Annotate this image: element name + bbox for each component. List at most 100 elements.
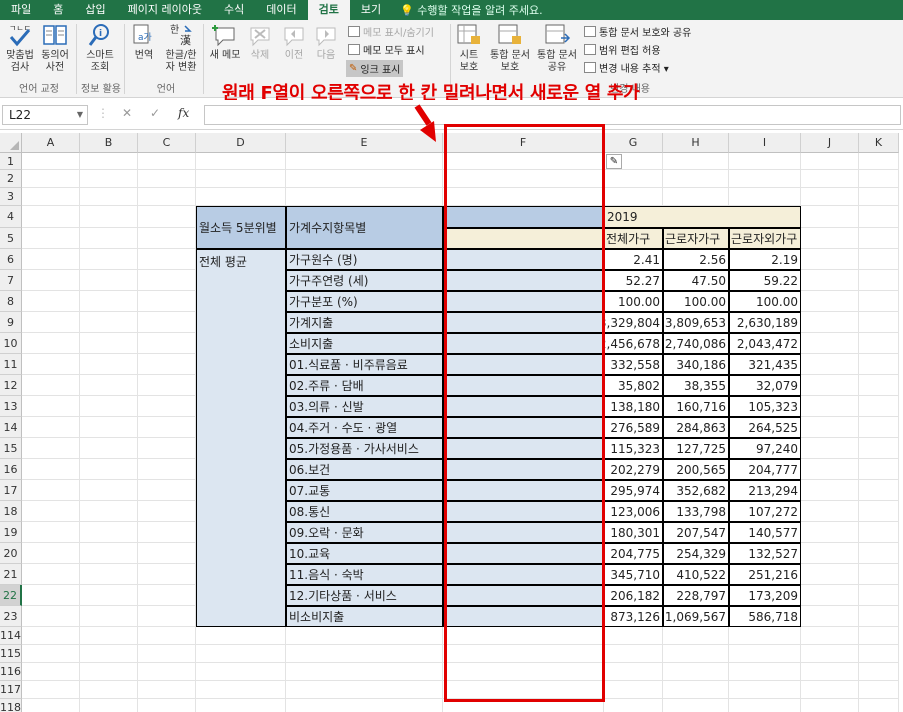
row-header-8[interactable]: 8 xyxy=(0,291,22,312)
column-header-g[interactable]: G xyxy=(604,133,663,153)
value-cell[interactable]: 115,323 xyxy=(604,438,663,459)
value-cell[interactable]: 213,294 xyxy=(729,480,801,501)
value-cell[interactable]: 3,809,653 xyxy=(663,312,729,333)
previous-comment-button[interactable]: 이전 xyxy=(280,22,308,62)
header-h5[interactable]: 근로자가구 xyxy=(663,228,729,249)
value-cell[interactable]: 100.00 xyxy=(604,291,663,312)
column-header-k[interactable]: K xyxy=(859,133,899,153)
value-cell[interactable]: 1,069,567 xyxy=(663,606,729,627)
row-header-20[interactable]: 20 xyxy=(0,543,22,564)
cancel-icon[interactable]: ✕ xyxy=(122,106,132,120)
column-header-h[interactable]: H xyxy=(663,133,729,153)
item-label[interactable]: 가구원수 (명) xyxy=(286,249,443,270)
item-label[interactable]: 10.교육 xyxy=(286,543,443,564)
value-cell[interactable]: 52.27 xyxy=(604,270,663,291)
row-header-19[interactable]: 19 xyxy=(0,522,22,543)
row-header-10[interactable]: 10 xyxy=(0,333,22,354)
column-header-e[interactable]: E xyxy=(286,133,443,153)
row-header-117[interactable]: 117 xyxy=(0,681,22,699)
header-item[interactable]: 가계수지항목별 xyxy=(286,206,443,249)
translate-button[interactable]: a가 번역 xyxy=(130,22,158,62)
ribbon-tab[interactable]: 홈 xyxy=(42,0,74,20)
value-cell[interactable]: 340,186 xyxy=(663,354,729,375)
value-cell[interactable]: 321,435 xyxy=(729,354,801,375)
value-cell[interactable]: 2,043,472 xyxy=(729,333,801,354)
value-cell[interactable]: 2,630,189 xyxy=(729,312,801,333)
value-cell[interactable]: 207,547 xyxy=(663,522,729,543)
row-header-12[interactable]: 12 xyxy=(0,375,22,396)
value-cell[interactable]: 132,527 xyxy=(729,543,801,564)
row-header-14[interactable]: 14 xyxy=(0,417,22,438)
track-changes-button[interactable]: 변경 내용 추적 ▾ xyxy=(584,60,669,75)
value-cell[interactable]: 276,589 xyxy=(604,417,663,438)
show-ink-button[interactable]: ✎ 잉크 표시 xyxy=(346,60,404,77)
item-label[interactable]: 04.주거 · 수도 · 광열 xyxy=(286,417,443,438)
value-cell[interactable]: 345,710 xyxy=(604,564,663,585)
item-label[interactable]: 12.기타상품 · 서비스 xyxy=(286,585,443,606)
column-header-c[interactable]: C xyxy=(138,133,196,153)
row-header-4[interactable]: 4 xyxy=(0,206,22,228)
value-cell[interactable]: 173,209 xyxy=(729,585,801,606)
value-cell[interactable]: 295,974 xyxy=(604,480,663,501)
item-label[interactable]: 소비지출 xyxy=(286,333,443,354)
select-all-corner[interactable] xyxy=(0,133,22,153)
value-cell[interactable]: 284,863 xyxy=(663,417,729,438)
item-label[interactable]: 03.의류 · 신발 xyxy=(286,396,443,417)
item-label[interactable]: 02.주류 · 담배 xyxy=(286,375,443,396)
name-box[interactable]: L22 ▼ xyxy=(2,105,88,125)
item-label[interactable]: 가구주연령 (세) xyxy=(286,270,443,291)
row-header-23[interactable]: 23 xyxy=(0,606,22,627)
value-cell[interactable]: 38,355 xyxy=(663,375,729,396)
item-label[interactable]: 05.가정용품 · 가사서비스 xyxy=(286,438,443,459)
value-cell[interactable]: 35,802 xyxy=(604,375,663,396)
formula-input[interactable] xyxy=(204,105,901,125)
column-header-i[interactable]: I xyxy=(729,133,801,153)
value-cell[interactable]: 2.41 xyxy=(604,249,663,270)
value-cell[interactable]: 228,797 xyxy=(663,585,729,606)
new-comment-button[interactable]: 새 메모 xyxy=(207,22,243,62)
value-cell[interactable]: 202,279 xyxy=(604,459,663,480)
column-header-a[interactable]: A xyxy=(22,133,80,153)
value-cell[interactable]: 3,329,804 xyxy=(604,312,663,333)
header-income-quintile[interactable]: 월소득 5분위별 xyxy=(196,206,286,249)
protect-sheet-button[interactable]: 시트 보호 xyxy=(454,22,484,74)
show-hide-comment-button[interactable]: 메모 표시/숨기기 xyxy=(348,24,434,39)
row-header-17[interactable]: 17 xyxy=(0,480,22,501)
row-header-114[interactable]: 114 xyxy=(0,627,22,645)
thesaurus-button[interactable]: 동의어 사전 xyxy=(38,22,72,74)
header-i5[interactable]: 근로자외가구 xyxy=(729,228,801,249)
row-header-9[interactable]: 9 xyxy=(0,312,22,333)
item-label[interactable]: 11.음식 · 숙박 xyxy=(286,564,443,585)
value-cell[interactable]: 47.50 xyxy=(663,270,729,291)
item-label[interactable]: 가계지출 xyxy=(286,312,443,333)
row-header-15[interactable]: 15 xyxy=(0,438,22,459)
value-cell[interactable]: 127,725 xyxy=(663,438,729,459)
column-header-j[interactable]: J xyxy=(801,133,859,153)
value-cell[interactable]: 107,272 xyxy=(729,501,801,522)
column-header-d[interactable]: D xyxy=(196,133,286,153)
paste-options-icon[interactable]: ✎ xyxy=(606,154,622,169)
item-label[interactable]: 06.보건 xyxy=(286,459,443,480)
value-cell[interactable]: 264,525 xyxy=(729,417,801,438)
value-cell[interactable]: 206,182 xyxy=(604,585,663,606)
value-cell[interactable]: 59.22 xyxy=(729,270,801,291)
group-label[interactable]: 전체 평균 xyxy=(196,249,286,627)
value-cell[interactable]: 873,126 xyxy=(604,606,663,627)
row-header-18[interactable]: 18 xyxy=(0,501,22,522)
value-cell[interactable]: 410,522 xyxy=(663,564,729,585)
item-label[interactable]: 가구분포 (%) xyxy=(286,291,443,312)
ribbon-tab[interactable]: 검토 xyxy=(307,0,350,20)
enter-icon[interactable]: ✓ xyxy=(150,106,160,120)
value-cell[interactable]: 200,565 xyxy=(663,459,729,480)
ribbon-tab[interactable]: 삽입 xyxy=(74,0,116,20)
row-header-118[interactable]: 118 xyxy=(0,699,22,712)
row-header-7[interactable]: 7 xyxy=(0,270,22,291)
value-cell[interactable]: 123,006 xyxy=(604,501,663,522)
row-header-2[interactable]: 2 xyxy=(0,170,22,188)
value-cell[interactable]: 138,180 xyxy=(604,396,663,417)
item-label[interactable]: 07.교통 xyxy=(286,480,443,501)
value-cell[interactable]: 105,323 xyxy=(729,396,801,417)
value-cell[interactable]: 204,775 xyxy=(604,543,663,564)
item-label[interactable]: 01.식료품 · 비주류음료 xyxy=(286,354,443,375)
value-cell[interactable]: 32,079 xyxy=(729,375,801,396)
